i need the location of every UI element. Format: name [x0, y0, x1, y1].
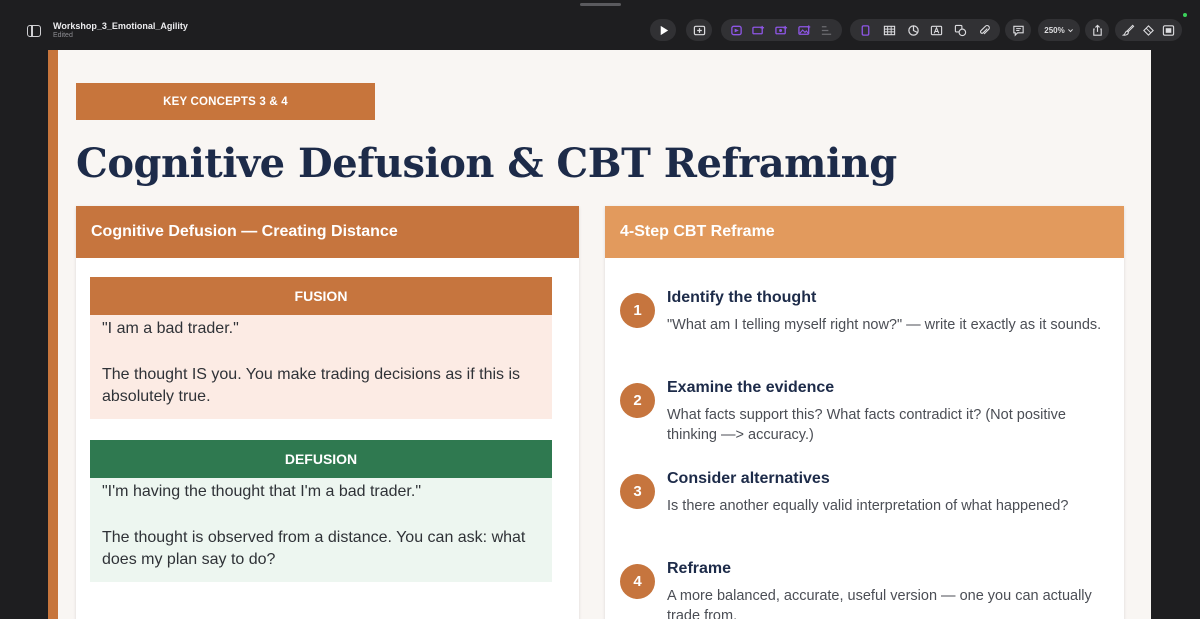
insert-group	[850, 19, 1000, 41]
paintbrush-icon	[1122, 24, 1135, 36]
add-slide-button[interactable]	[688, 19, 710, 41]
shapes-icon	[954, 24, 967, 36]
table-button[interactable]	[878, 19, 900, 41]
live-video-icon	[752, 25, 765, 34]
defusion-heading: DEFUSION	[90, 440, 552, 478]
sidebar-toggle-icon[interactable]	[27, 25, 41, 37]
window-grabber[interactable]	[580, 3, 621, 6]
step-title: Reframe	[667, 560, 732, 577]
document-title: Workshop_3_Emotional_Agility	[53, 21, 188, 31]
comment-group	[1005, 19, 1031, 41]
defusion-quote: "I'm having the thought that I'm a bad t…	[102, 483, 421, 500]
format-button[interactable]	[1119, 19, 1139, 41]
paperclip-icon	[979, 24, 990, 34]
defusion-explanation: The thought is observed from a distance.…	[102, 529, 526, 568]
keynote-window: Workshop_3_Emotional_Agility Edited 250%…	[0, 0, 1200, 619]
defusion-panel[interactable]: Cognitive Defusion — Creating Distance F…	[76, 206, 579, 619]
add-slide-group	[686, 19, 712, 41]
fusion-quote: "I am a bad trader."	[102, 320, 239, 337]
add-slide-icon	[693, 25, 705, 35]
build-order-icon	[822, 25, 832, 35]
shape-button[interactable]	[855, 19, 877, 41]
image-icon	[797, 24, 810, 35]
step-title: Examine the evidence	[667, 379, 835, 396]
step-number-badge: 2	[620, 383, 655, 418]
step-description: Is there another equally valid interpret…	[667, 498, 1069, 514]
step-number-badge: 1	[620, 293, 655, 328]
document-status: Edited	[53, 32, 73, 39]
defusion-block[interactable]: DEFUSION "I'm having the thought that I'…	[90, 440, 552, 582]
table-icon	[883, 25, 896, 35]
fusion-body: "I am a bad trader." The thought IS you.…	[90, 315, 552, 419]
slide-tag[interactable]: KEY CONCEPTS 3 & 4	[76, 83, 375, 120]
play-group	[650, 19, 676, 41]
chart-button[interactable]	[902, 19, 924, 41]
fusion-explanation: The thought IS you. You make trading dec…	[102, 366, 521, 405]
share-icon	[1092, 24, 1102, 36]
play-button[interactable]	[652, 19, 674, 41]
slide-accent-bar	[48, 50, 58, 619]
animate-button[interactable]	[1139, 19, 1159, 41]
record-button[interactable]	[725, 19, 747, 41]
text-box-button[interactable]	[926, 19, 948, 41]
document-icon	[1162, 24, 1174, 36]
shapes-button[interactable]	[949, 19, 971, 41]
step-description: What facts support this? What facts cont…	[667, 407, 1066, 443]
text-box-icon	[931, 25, 943, 35]
inspector-group	[1115, 19, 1182, 41]
share-button[interactable]	[1086, 19, 1108, 41]
play-icon	[660, 25, 668, 35]
media-button[interactable]	[793, 19, 815, 41]
zoom-label: 250%	[1044, 25, 1065, 35]
step-number-badge: 4	[620, 564, 655, 599]
slide-canvas: KEY CONCEPTS 3 & 4 Cognitive Defusion & …	[0, 50, 1200, 619]
cbt-panel-header: 4-Step CBT Reframe	[605, 206, 1124, 258]
step-title: Identify the thought	[667, 289, 817, 306]
animate-icon	[1143, 24, 1154, 36]
camera-button[interactable]	[770, 19, 792, 41]
cbt-panel[interactable]: 4-Step CBT Reframe 1 Identify the though…	[605, 206, 1124, 619]
camera-icon	[775, 25, 788, 34]
toolbar: Workshop_3_Emotional_Agility Edited 250%	[0, 14, 1200, 50]
step-description: "What am I telling myself right now?" — …	[667, 317, 1102, 333]
slide[interactable]: KEY CONCEPTS 3 & 4 Cognitive Defusion & …	[48, 50, 1151, 619]
live-video-button[interactable]	[748, 19, 770, 41]
attachment-button[interactable]	[973, 19, 995, 41]
fusion-heading: FUSION	[90, 277, 552, 315]
record-icon	[731, 25, 742, 35]
share-group	[1085, 19, 1109, 41]
document-button[interactable]	[1158, 19, 1178, 41]
step-description: A more balanced, accurate, useful versio…	[667, 588, 1092, 619]
chevron-down-icon	[1067, 28, 1073, 32]
cup-icon	[861, 24, 870, 36]
step-number-badge: 3	[620, 474, 655, 509]
fusion-block[interactable]: FUSION "I am a bad trader." The thought …	[90, 277, 552, 419]
chart-icon	[907, 24, 919, 36]
build-order-button[interactable]	[816, 19, 838, 41]
animate-group	[721, 19, 842, 41]
slide-title[interactable]: Cognitive Defusion & CBT Reframing	[76, 140, 897, 187]
defusion-body: "I'm having the thought that I'm a bad t…	[90, 478, 552, 582]
comment-icon	[1012, 25, 1024, 36]
defusion-panel-header: Cognitive Defusion — Creating Distance	[76, 206, 579, 258]
step-title: Consider alternatives	[667, 470, 830, 487]
zoom-control[interactable]: 250%	[1038, 19, 1080, 41]
comment-button[interactable]	[1007, 19, 1029, 41]
